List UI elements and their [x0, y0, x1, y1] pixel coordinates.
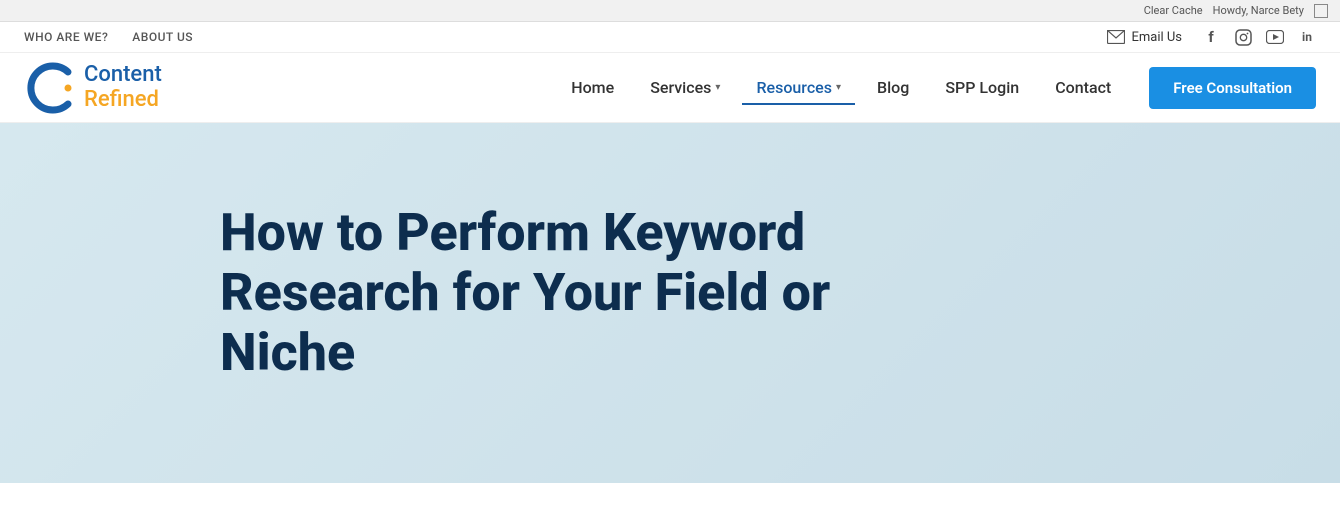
nav-contact[interactable]: Contact [1041, 70, 1125, 105]
instagram-icon[interactable] [1234, 28, 1252, 46]
youtube-icon[interactable] [1266, 28, 1284, 46]
logo-text: Content Refined [84, 63, 162, 111]
social-icons: f in [1202, 28, 1316, 46]
email-label: Email Us [1131, 30, 1182, 45]
linkedin-icon[interactable]: in [1298, 28, 1316, 46]
email-link[interactable]: Email Us [1107, 30, 1182, 45]
logo[interactable]: Content Refined [24, 62, 162, 114]
nav-home[interactable]: Home [557, 70, 628, 105]
howdy-text: Howdy, Narce Bety [1213, 4, 1304, 17]
services-chevron-icon: ▾ [715, 82, 720, 93]
nav-resources[interactable]: Resources ▾ [742, 70, 855, 105]
nav-services[interactable]: Services ▾ [636, 70, 734, 105]
top-bar-links: WHO ARE WE? ABOUT US [24, 30, 193, 44]
logo-icon [24, 62, 76, 114]
logo-content: Content [84, 63, 162, 87]
nav-links: Home Services ▾ Resources ▾ Blog SPP Log… [557, 67, 1316, 109]
admin-bar: Clear Cache Howdy, Narce Bety [0, 0, 1340, 22]
about-us-link[interactable]: ABOUT US [132, 30, 193, 44]
facebook-icon[interactable]: f [1202, 28, 1220, 46]
admin-box [1314, 4, 1328, 18]
resources-chevron-icon: ▾ [836, 82, 841, 93]
nav-blog[interactable]: Blog [863, 70, 923, 105]
logo-refined: Refined [84, 88, 162, 112]
nav-spp-login[interactable]: SPP Login [931, 70, 1033, 105]
hero-section: How to Perform Keyword Research for Your… [0, 123, 1340, 483]
top-bar-right: Email Us f in [1107, 28, 1316, 46]
hero-title: How to Perform Keyword Research for Your… [220, 203, 900, 382]
top-bar: WHO ARE WE? ABOUT US Email Us f [0, 22, 1340, 53]
email-icon [1107, 30, 1125, 44]
main-nav: Content Refined Home Services ▾ Resource… [0, 53, 1340, 123]
who-are-we-link[interactable]: WHO ARE WE? [24, 30, 108, 44]
clear-cache-link[interactable]: Clear Cache [1144, 4, 1203, 17]
nav-cta-button[interactable]: Free Consultation [1149, 67, 1316, 109]
